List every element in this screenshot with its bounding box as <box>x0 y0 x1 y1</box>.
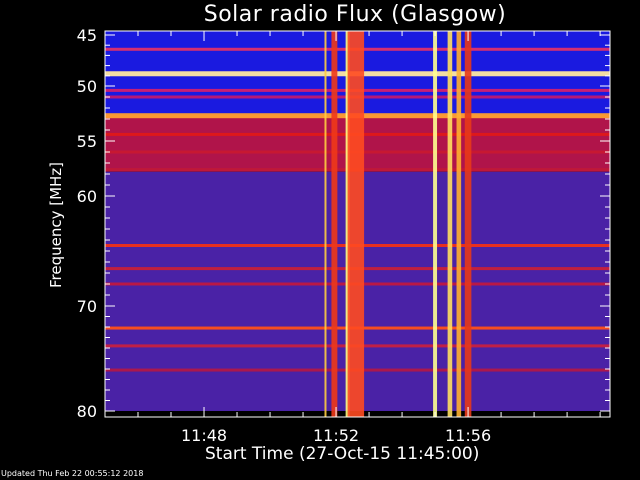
x-tick-label: 11:52 <box>313 426 359 445</box>
spectrogram-plot: 45 50 55 60 70 80 11:48 11:52 11:56 <box>77 26 611 445</box>
x-tick-label: 11:56 <box>445 426 491 445</box>
burst-column <box>447 31 453 417</box>
burst-column <box>331 31 338 417</box>
y-tick-label: 70 <box>77 297 97 316</box>
y-tick-label: 55 <box>77 132 97 151</box>
burst-column <box>433 31 438 417</box>
y-tick-label: 80 <box>77 402 97 421</box>
spectrogram-figure: Solar radio Flux (Glasgow) 45 50 55 60 70 80 … <box>0 0 640 480</box>
y-axis-label: Frequency [MHz] <box>47 161 65 289</box>
x-tick-label: 11:48 <box>181 426 227 445</box>
burst-column <box>347 31 365 417</box>
y-tick-label: 60 <box>77 187 97 206</box>
y-tick-label: 50 <box>77 77 97 96</box>
burst-column <box>456 31 462 417</box>
burst-column <box>464 31 472 417</box>
burst-column <box>324 31 327 417</box>
y-tick-label: 45 <box>77 26 97 45</box>
updated-timestamp: Updated Thu Feb 22 00:55:12 2018 <box>1 469 144 478</box>
x-axis-label: Start Time (27-Oct-15 11:45:00) <box>205 444 480 464</box>
